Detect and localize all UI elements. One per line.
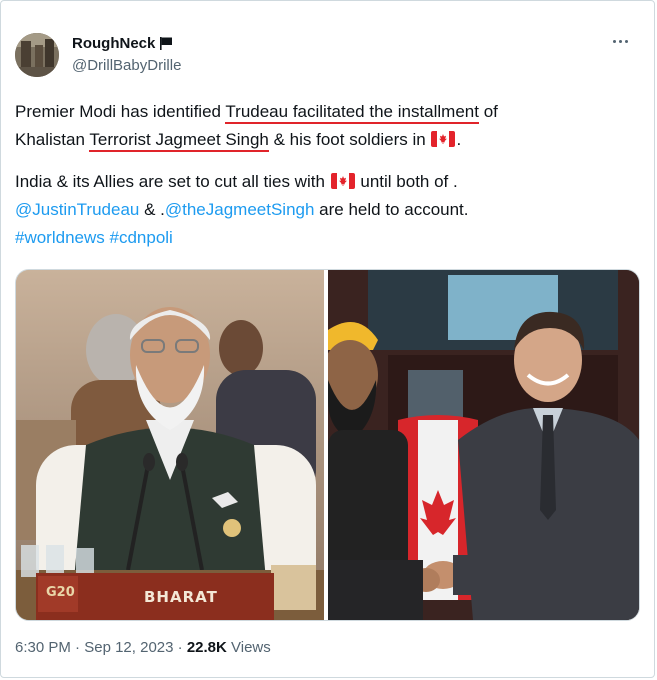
text-segment: & his foot soldiers in	[268, 130, 431, 149]
text-segment: until both of .	[355, 172, 458, 191]
tweet-card[interactable]: RoughNeck @DrillBabyDrille Premier Modi …	[0, 0, 655, 678]
text-segment: are held to account.	[314, 200, 469, 219]
canada-flag-icon	[431, 131, 456, 147]
tweet-paragraph-1: Premier Modi has identified Trudeau faci…	[15, 98, 635, 154]
avatar-image	[15, 33, 59, 77]
tweet-paragraph-2: India & its Allies are set to cut all ti…	[15, 168, 635, 252]
text-segment: India & its Allies are set to cut all ti…	[15, 172, 330, 191]
black-flag-icon	[160, 37, 173, 50]
separator: ·	[173, 639, 187, 656]
avatar[interactable]	[15, 33, 59, 77]
tweet-photo-1[interactable]: G20 BHARAT	[16, 270, 324, 620]
tweet-date[interactable]: Sep 12, 2023	[84, 639, 173, 656]
author-name[interactable]: RoughNeck	[72, 35, 155, 52]
separator: ·	[70, 639, 85, 656]
photo-modi-g20	[16, 270, 324, 620]
text-segment: of	[478, 102, 498, 121]
dot-icon	[612, 39, 616, 43]
views-count: 22.8K	[186, 639, 227, 656]
underlined-phrase: Terrorist Jagmeet Singh	[89, 130, 269, 152]
photo-trudeau-singh	[328, 270, 639, 620]
tweet-meta: 6:30 PM · Sep 12, 2023 · 22.8K Views	[15, 639, 271, 656]
text-segment: Khalistan	[15, 130, 90, 149]
views-label: Views	[226, 639, 271, 656]
text-segment: .	[456, 130, 462, 149]
canada-flag-icon	[330, 173, 355, 189]
author-handle[interactable]: @DrillBabyDrille	[72, 57, 181, 74]
media-grid: G20 BHARAT	[15, 269, 640, 621]
hashtag-link[interactable]: #cdnpoli	[110, 228, 173, 247]
mention-link[interactable]: @JustinTrudeau	[15, 200, 139, 219]
more-options-button[interactable]	[608, 29, 632, 53]
author-name-row[interactable]: RoughNeck	[72, 35, 173, 52]
mention-link[interactable]: @theJagmeetSingh	[165, 200, 315, 219]
tweet-time[interactable]: 6:30 PM	[15, 639, 71, 656]
underlined-phrase: Trudeau facilitated the installment	[225, 102, 479, 124]
dot-icon	[618, 39, 622, 43]
text-segment: & .	[139, 200, 165, 219]
bharat-nameplate: BHARAT	[144, 588, 218, 606]
tweet-photo-2[interactable]	[328, 270, 639, 620]
text-segment: Premier Modi has identified	[15, 102, 226, 121]
g20-badge: G20	[46, 585, 75, 600]
dot-icon	[624, 39, 628, 43]
hashtag-link[interactable]: #worldnews	[15, 228, 105, 247]
tweet-text: Premier Modi has identified Trudeau faci…	[15, 98, 635, 252]
